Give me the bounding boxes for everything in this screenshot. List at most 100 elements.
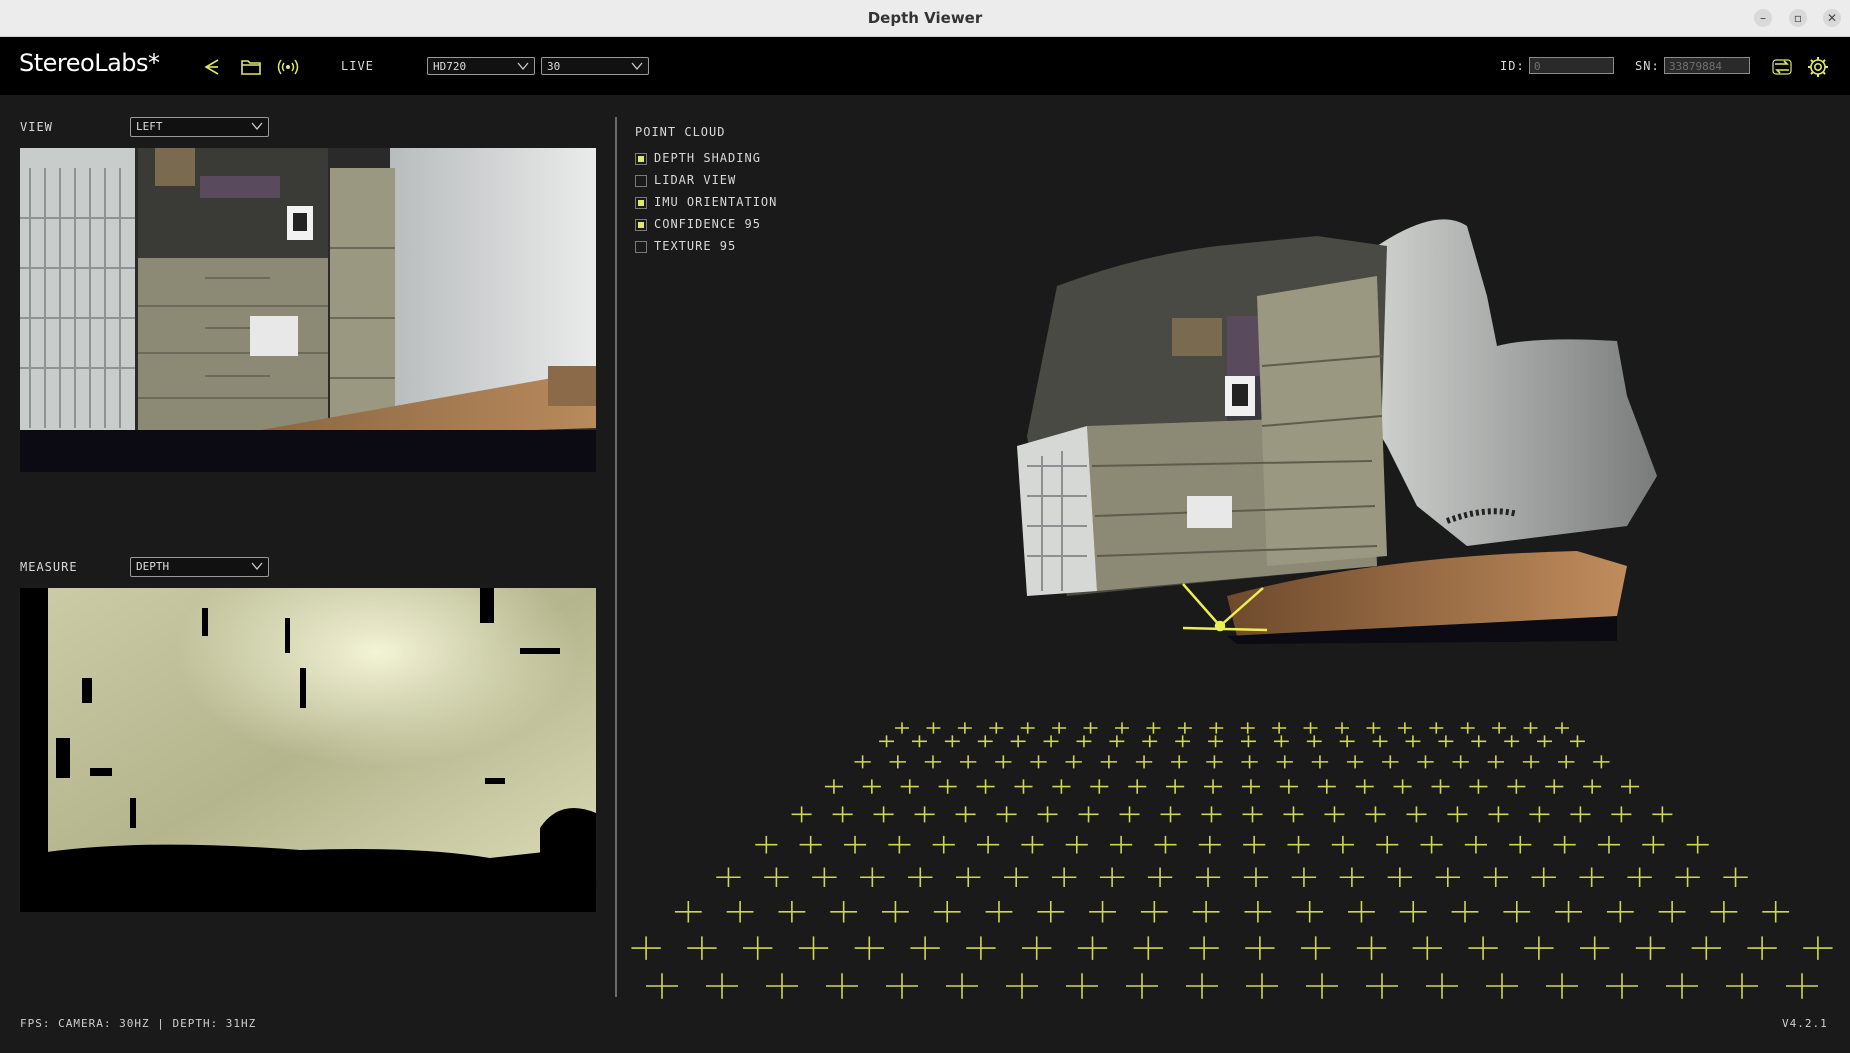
app-logo: StereoLabs* [19, 49, 160, 77]
fps-select[interactable]: 30 [541, 57, 649, 75]
grid-cross [1348, 901, 1375, 923]
id-label: ID: [1500, 59, 1525, 73]
grid-cross [1276, 755, 1293, 769]
grid-cross [1311, 755, 1329, 769]
grid-cross [1243, 867, 1269, 888]
grid-cross [1324, 806, 1345, 823]
grid-cross [1531, 867, 1556, 888]
resolution-select[interactable]: HD720 [427, 57, 535, 75]
grid-cross [743, 936, 773, 960]
grid-cross [1331, 835, 1354, 854]
sn-input[interactable]: 33879884 [1664, 57, 1750, 74]
chevron-down-icon [631, 62, 643, 71]
grid-cross [1189, 936, 1219, 960]
gear-icon[interactable] [1806, 55, 1830, 79]
broadcast-icon[interactable] [276, 55, 300, 79]
maximize-button[interactable]: ▫ [1789, 9, 1807, 27]
grid-cross [1406, 806, 1427, 823]
refresh-icon[interactable] [1770, 55, 1794, 79]
view-select[interactable]: LEFT [130, 117, 269, 137]
grid-cross [1303, 722, 1318, 734]
grid-cross [989, 722, 1004, 734]
grid-cross [1242, 806, 1263, 823]
grid-cross [1030, 755, 1047, 769]
grid-cross [1146, 722, 1161, 734]
left-camera-view[interactable] [20, 148, 596, 472]
grid-cross [1279, 779, 1298, 794]
grid-cross [706, 973, 738, 999]
grid-cross [1691, 936, 1721, 960]
grid-cross [882, 901, 909, 923]
grid-cross [1052, 779, 1071, 794]
grid-cross [1507, 779, 1526, 794]
grid-cross [1317, 779, 1336, 794]
grid-cross [1273, 735, 1289, 748]
folder-icon[interactable] [239, 55, 263, 79]
id-input[interactable]: 0 [1529, 57, 1614, 74]
share-icon[interactable] [200, 55, 224, 79]
grid-cross [646, 973, 678, 999]
grid-cross [755, 835, 778, 854]
resolution-value: HD720 [433, 60, 467, 73]
grid-cross [1186, 973, 1218, 999]
grid-cross [1160, 806, 1181, 823]
grid-cross [1010, 735, 1026, 748]
grid-cross [1356, 936, 1387, 960]
camera-image [20, 148, 596, 472]
grid-cross [1429, 722, 1444, 734]
grid-cross [1627, 867, 1652, 888]
grid-cross [1346, 755, 1364, 769]
grid-cross [1119, 806, 1140, 823]
grid-cross [886, 973, 918, 999]
grid-cross [1135, 755, 1153, 769]
grid-cross [977, 835, 1000, 854]
grid-cross [1109, 735, 1125, 748]
grid-cross [1460, 722, 1475, 734]
grid-cross [1366, 722, 1381, 734]
grid-cross [1580, 936, 1610, 960]
grid-cross [977, 735, 993, 748]
grid-cross [1171, 755, 1188, 769]
grid-cross [1090, 779, 1109, 794]
point-cloud-viewport[interactable] [617, 96, 1850, 1000]
grid-cross [1447, 806, 1468, 823]
close-button[interactable]: ✕ [1823, 9, 1841, 27]
grid-cross [1558, 755, 1575, 769]
grid-cross [1803, 936, 1833, 960]
grid-cross [1469, 779, 1488, 794]
view-label: VIEW [20, 120, 53, 134]
grid-cross [1504, 735, 1520, 748]
measure-select[interactable]: DEPTH [130, 557, 269, 577]
grid-cross [914, 806, 935, 823]
grid-cross [1006, 973, 1038, 999]
grid-cross [911, 735, 927, 748]
grid-cross [1177, 722, 1192, 734]
grid-cross [1296, 901, 1324, 923]
grid-cross [1786, 973, 1818, 999]
grid-cross [1037, 806, 1058, 823]
grid-cross [1100, 755, 1118, 769]
grid-cross [1723, 867, 1748, 888]
grid-cross [799, 835, 822, 854]
grid-cross [1652, 806, 1673, 823]
grid-cross [1452, 755, 1469, 769]
depth-measure-view[interactable] [20, 588, 596, 912]
grid-cross [1372, 735, 1388, 748]
grid-cross [1468, 936, 1498, 960]
chevron-down-icon [251, 562, 263, 571]
grid-cross [1405, 735, 1421, 748]
depth-image [20, 588, 596, 912]
grid-cross [1412, 936, 1442, 960]
grid-cross [956, 867, 981, 888]
grid-cross [1195, 867, 1221, 888]
grid-cross [854, 755, 871, 769]
measure-value: DEPTH [136, 560, 170, 573]
fps-value: 30 [547, 60, 561, 73]
minimize-button[interactable]: – [1754, 9, 1772, 27]
grid-cross [1021, 835, 1044, 854]
chevron-down-icon [517, 62, 529, 71]
grid-cross [908, 867, 933, 888]
grid-cross [1376, 835, 1399, 854]
grid-cross [1611, 806, 1632, 823]
window-titlebar: Depth Viewer – ▫ ✕ [0, 0, 1850, 37]
